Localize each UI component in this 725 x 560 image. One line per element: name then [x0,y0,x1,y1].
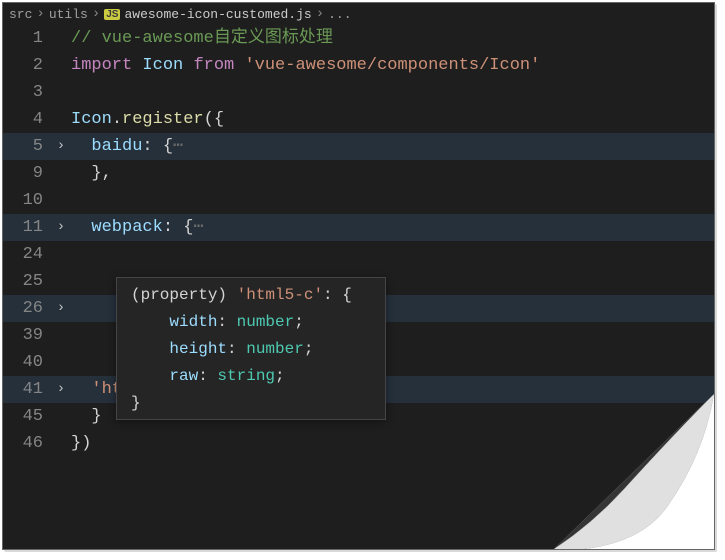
code-content[interactable]: import Icon from 'vue-awesome/components… [71,52,540,79]
breadcrumb-folder[interactable]: utils [49,7,88,22]
code-line[interactable]: 5› baidu: {⋯ [3,133,714,160]
breadcrumb-root[interactable]: src [9,7,32,22]
breadcrumb-file[interactable]: awesome-icon-customed.js [124,7,311,22]
line-number: 40 [3,349,51,376]
fold-chevron-icon[interactable]: › [51,376,71,403]
code-content[interactable]: // vue-awesome自定义图标处理 [71,25,333,52]
editor-window: src › utils › JS awesome-icon-customed.j… [2,2,715,550]
code-content[interactable]: }) [71,430,91,457]
code-line[interactable]: 24 [3,241,714,268]
breadcrumb[interactable]: src › utils › JS awesome-icon-customed.j… [3,3,714,25]
fold-chevron-icon[interactable]: › [51,295,71,322]
code-line[interactable]: 4 Icon.register({ [3,106,714,133]
code-line[interactable]: 11› webpack: {⋯ [3,214,714,241]
code-content[interactable]: } [71,403,102,430]
code-line[interactable]: 1 // vue-awesome自定义图标处理 [3,25,714,52]
line-number: 10 [3,187,51,214]
line-number: 26 [3,295,51,322]
line-number: 5 [3,133,51,160]
line-number: 3 [3,79,51,106]
code-line[interactable]: 2 import Icon from 'vue-awesome/component… [3,52,714,79]
line-number: 11 [3,214,51,241]
hover-tooltip: (property) 'html5-c': { width: number; h… [116,277,386,420]
chevron-right-icon: › [316,6,324,22]
code-content[interactable]: Icon.register({ [71,106,224,133]
line-number: 1 [3,25,51,52]
code-content[interactable]: }, [71,160,112,187]
line-number: 39 [3,322,51,349]
fold-chevron-icon[interactable]: › [51,133,71,160]
line-number: 4 [3,106,51,133]
js-file-icon: JS [104,9,120,20]
code-line[interactable]: 10 [3,187,714,214]
line-number: 41 [3,376,51,403]
code-line[interactable]: 46}) [3,430,714,457]
code-content[interactable]: webpack: {⋯ [71,214,204,241]
line-number: 9 [3,160,51,187]
line-number: 45 [3,403,51,430]
line-number: 2 [3,52,51,79]
fold-chevron-icon[interactable]: › [51,214,71,241]
chevron-right-icon: › [92,6,100,22]
breadcrumb-symbol[interactable]: ... [328,7,351,22]
line-number: 24 [3,241,51,268]
code-line[interactable]: 3 [3,79,714,106]
code-line[interactable]: 9 }, [3,160,714,187]
line-number: 25 [3,268,51,295]
code-content[interactable]: baidu: {⋯ [71,133,183,160]
chevron-right-icon: › [36,6,44,22]
line-number: 46 [3,430,51,457]
